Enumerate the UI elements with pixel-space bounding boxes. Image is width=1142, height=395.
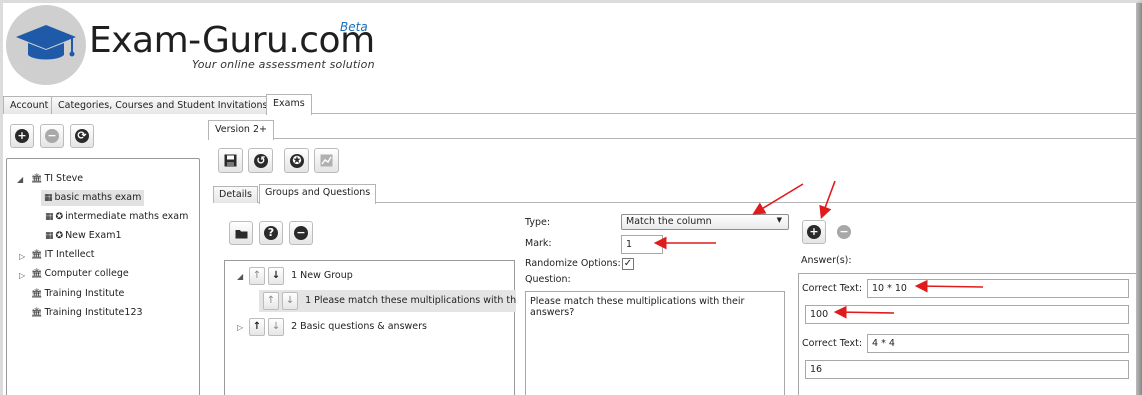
arrow-to-type [752, 183, 804, 215]
arrow-to-match-text [833, 305, 895, 319]
arrow-to-correct-text [914, 279, 984, 293]
annotation-arrows [653, 180, 984, 319]
arrow-to-add-answer [819, 180, 836, 219]
